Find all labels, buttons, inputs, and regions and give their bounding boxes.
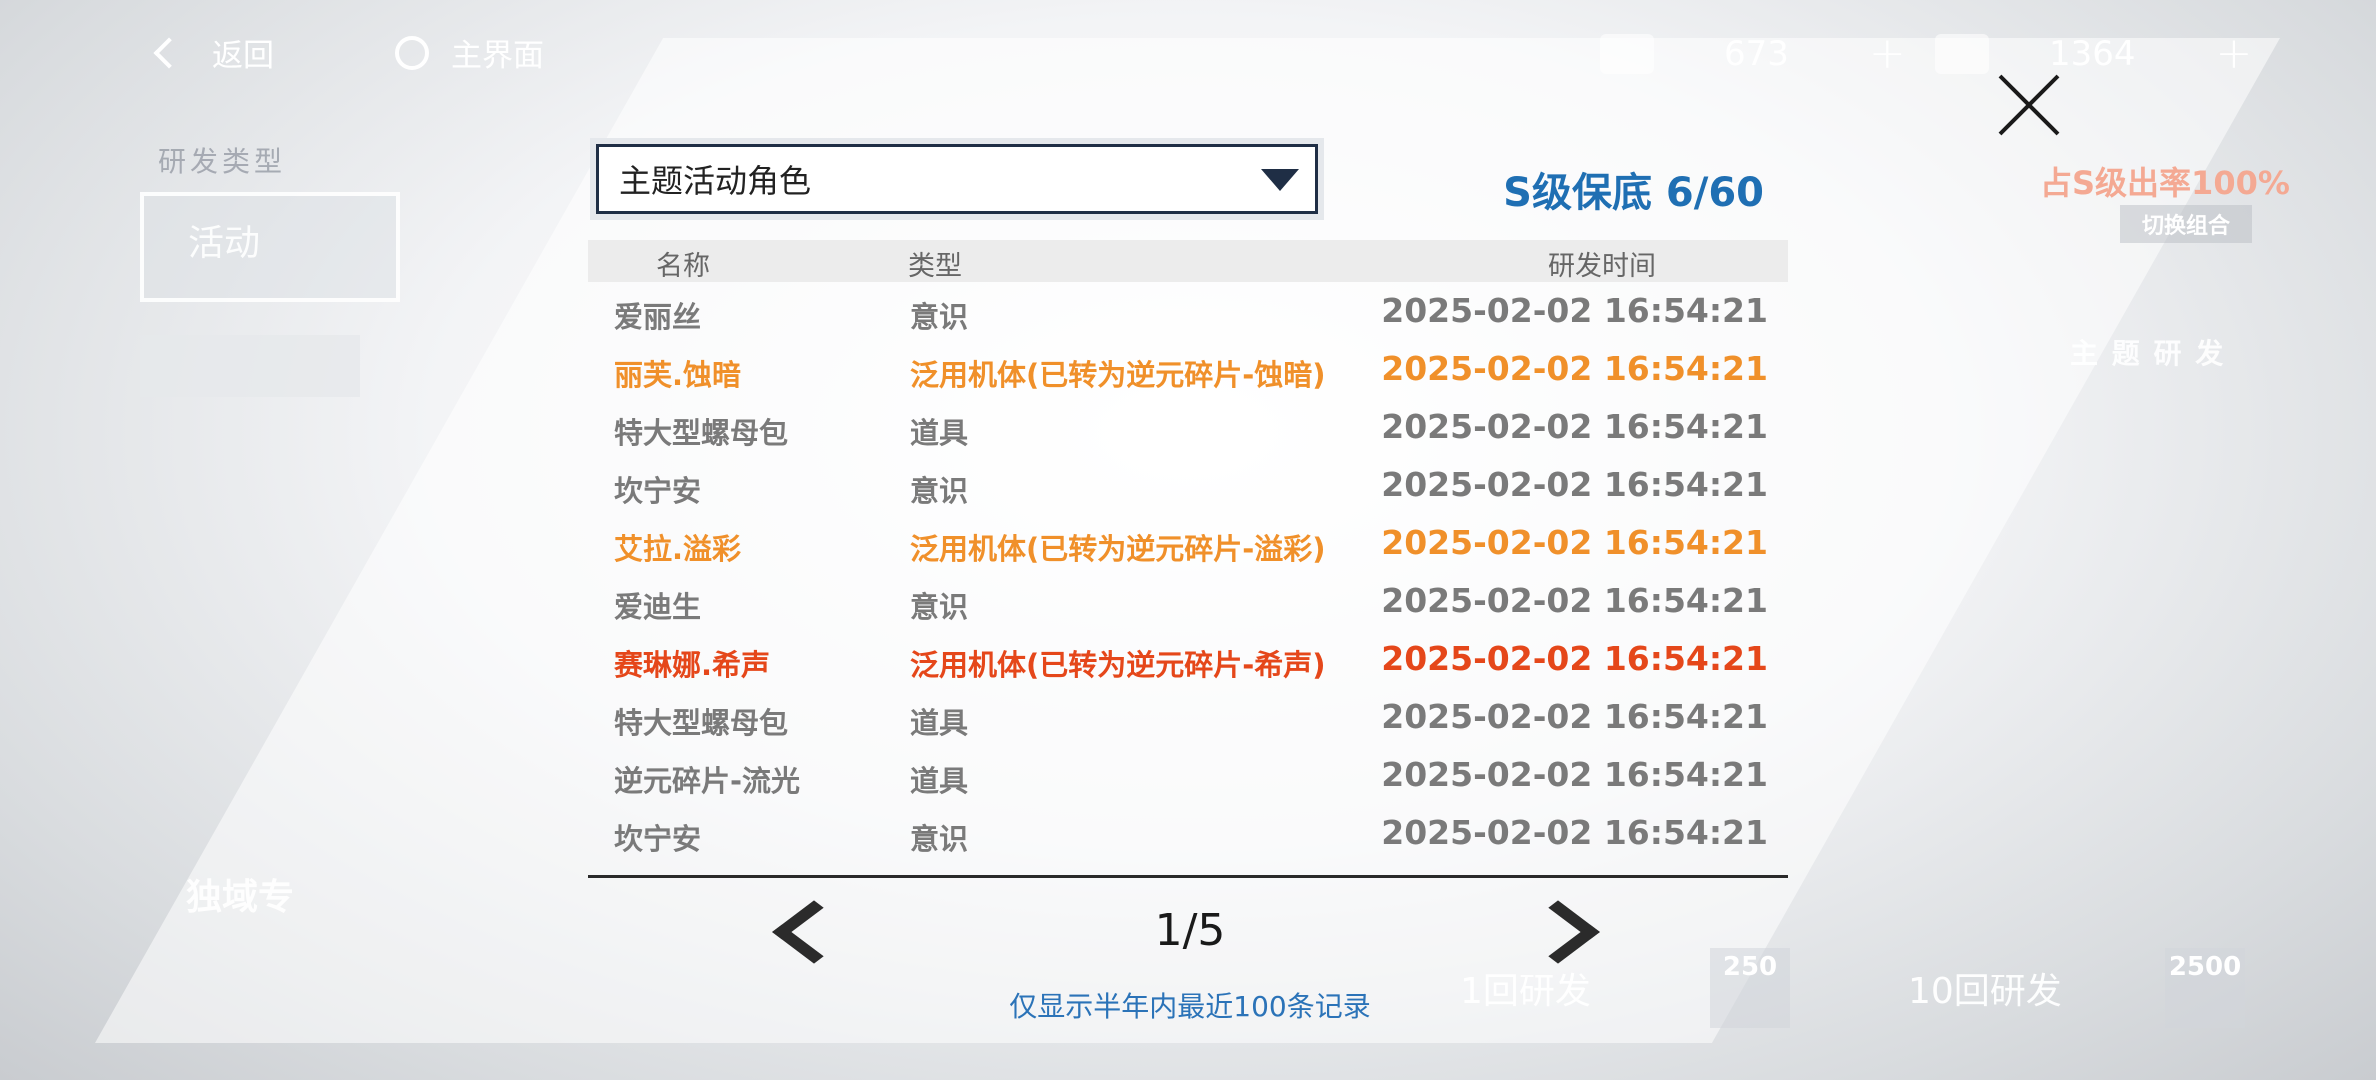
row-time: 2025-02-02 16:54:21 [1381,755,1768,794]
row-type: 泛用机体(已转为逆元碎片-溢彩) [910,532,1326,566]
next-page-icon[interactable] [1530,892,1590,972]
home-label: 主界面 [451,38,544,74]
row-time: 2025-02-02 16:54:21 [1381,349,1768,388]
table-row: 丽芙.蚀暗 泛用机体(已转为逆元碎片-蚀暗) 2025-02-02 16:54:21 [588,340,1788,398]
pool-select-dropdown[interactable]: 主题活动角色 [590,138,1324,220]
resource-2-value: 1364 [2049,33,2136,74]
row-time: 2025-02-02 16:54:21 [1381,639,1768,678]
s-guarantee-counter: S级保底 6/60 [1503,170,1764,216]
resource-2: 1364 + [1935,28,2252,79]
chevron-left-icon [153,36,185,69]
ticket-resource-icon [1935,33,1989,74]
row-name: 赛琳娜.希声 [614,648,771,682]
research-history-modal: 主题活动角色 S级保底 6/60 名称 类型 研发时间 爱丽丝 意识 2025-02… [580,130,1800,1040]
col-type-header: 类型 [908,251,962,282]
row-time: 2025-02-02 16:54:21 [1381,291,1768,330]
back-button[interactable]: 返回 [153,30,274,75]
row-name: 特大型螺母包 [614,706,789,740]
row-name: 艾拉.溢彩 [614,532,742,566]
home-ring-icon [395,35,429,70]
table-row: 逆元碎片-流光 道具 2025-02-02 16:54:21 [588,746,1788,804]
theme-research-label: 主 题 研 发 [2070,337,2226,370]
row-name: 爱丽丝 [614,300,702,334]
table-row: 艾拉.溢彩 泛用机体(已转为逆元碎片-溢彩) 2025-02-02 16:54:21 [588,514,1788,572]
switch-combo-label: 切换组合 [2141,214,2230,239]
row-name: 丽芙.蚀暗 [614,358,742,392]
col-name-header: 名称 [656,251,710,282]
close-icon[interactable] [1995,70,2063,138]
row-type: 意识 [910,590,969,624]
row-type: 意识 [910,300,969,334]
row-name: 爱迪生 [614,590,702,624]
history-table-body: 爱丽丝 意识 2025-02-02 16:54:21 丽芙.蚀暗 泛用机体(已转为逆元碎… [588,282,1788,862]
row-name: 坎宁安 [614,474,702,508]
resource-1: 673 + [1600,28,1906,79]
ten-pull-button[interactable]: 10回研发 [1908,962,2062,1014]
resource-2-add-button[interactable]: + [2216,28,2253,79]
research-type-label: 研发类型 [158,145,287,178]
row-name: 坎宁安 [614,822,702,856]
row-name: 特大型螺母包 [614,416,789,450]
table-row: 爱丽丝 意识 2025-02-02 16:54:21 [588,282,1788,340]
back-label: 返回 [212,38,274,74]
exclusive-label: 独域专 [186,877,295,918]
row-type: 泛用机体(已转为逆元碎片-希声) [910,648,1326,682]
row-type: 意识 [910,822,969,856]
row-time: 2025-02-02 16:54:21 [1381,697,1768,736]
table-header: 名称 类型 研发时间 [588,240,1788,282]
row-type: 道具 [910,416,969,450]
table-row: 赛琳娜.希声 泛用机体(已转为逆元碎片-希声) 2025-02-02 16:54:2… [588,630,1788,688]
col-time-header: 研发时间 [1548,251,1656,282]
activity-label: 活动 [188,223,261,264]
caret-down-icon [1261,169,1299,191]
resource-1-value: 673 [1724,33,1789,74]
switch-combo-button[interactable]: 切换组合 [2120,205,2252,243]
row-time: 2025-02-02 16:54:21 [1381,407,1768,446]
row-type: 道具 [910,706,969,740]
table-row: 爱迪生 意识 2025-02-02 16:54:21 [588,572,1788,630]
background-strip [140,335,360,397]
table-row: 坎宁安 意识 2025-02-02 16:54:21 [588,804,1788,862]
page-indicator: 1/5 [1154,905,1226,956]
resource-1-add-button[interactable]: + [1869,28,1906,79]
row-type: 泛用机体(已转为逆元碎片-蚀暗) [910,358,1326,392]
table-row: 特大型螺母包 道具 2025-02-02 16:54:21 [588,688,1788,746]
row-type: 道具 [910,764,969,798]
row-time: 2025-02-02 16:54:21 [1381,581,1768,620]
home-button[interactable]: 主界面 [395,30,544,75]
row-time: 2025-02-02 16:54:21 [1381,813,1768,852]
ten-pull-label: 10回研发 [1908,971,2062,1012]
table-divider [588,875,1788,878]
row-time: 2025-02-02 16:54:21 [1381,465,1768,504]
row-name: 逆元碎片-流光 [614,764,801,798]
ten-pull-cost: 2500 [2165,948,2245,1028]
row-time: 2025-02-02 16:54:21 [1381,523,1768,562]
table-row: 坎宁安 意识 2025-02-02 16:54:21 [588,456,1788,514]
activity-tab[interactable]: 活动 [140,192,400,302]
pen-resource-icon [1600,33,1654,74]
table-row: 特大型螺母包 道具 2025-02-02 16:54:21 [588,398,1788,456]
s-rate-text: 占S级出率100% [2040,164,2290,202]
pool-select-value: 主题活动角色 [619,162,812,200]
records-note: 仅显示半年内最近100条记录 [1009,990,1371,1023]
row-type: 意识 [910,474,969,508]
